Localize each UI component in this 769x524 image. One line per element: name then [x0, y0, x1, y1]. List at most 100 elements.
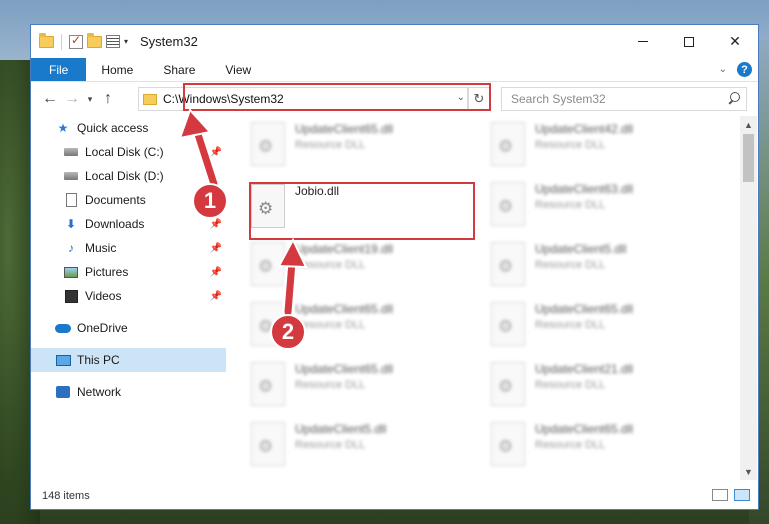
nav-network[interactable]: Network	[31, 380, 226, 404]
nav-label: Local Disk (C:)	[85, 145, 164, 159]
dll-file-icon	[251, 184, 285, 228]
file-name: UpdateClient21.dll	[535, 362, 634, 376]
nav-item-local-disk-c[interactable]: Local Disk (C:) 📌	[31, 140, 226, 164]
recent-locations-chevron-icon[interactable]: ▾	[83, 94, 97, 105]
dll-file-icon	[491, 362, 525, 406]
dll-file-icon	[491, 242, 525, 286]
file-item[interactable]: UpdateClient65.dll Resource DLL	[251, 122, 471, 172]
maximize-icon	[684, 36, 694, 47]
nav-quick-access[interactable]: ★ Quick access	[31, 116, 226, 140]
nav-label: Documents	[85, 193, 146, 207]
file-type: Resource DLL	[535, 439, 606, 451]
dll-file-icon	[251, 362, 285, 406]
address-bar[interactable]: C:\Windows\System32 ⌄	[138, 87, 468, 111]
search-icon[interactable]	[728, 92, 740, 104]
new-folder-icon[interactable]	[87, 32, 102, 48]
pin-icon[interactable]: 📌	[210, 291, 222, 302]
nav-label: Music	[85, 241, 117, 255]
file-item[interactable]: UpdateClient63.dll Resource DLL	[491, 182, 711, 232]
customize-toolbar-dropdown-icon[interactable]: ▾	[124, 37, 128, 46]
file-list: UpdateClient65.dll Resource DLL Jobio.dll…	[241, 116, 741, 471]
file-item[interactable]: UpdateClient65.dll Resource DLL	[491, 302, 711, 352]
star-icon: ★	[57, 121, 69, 135]
file-type: Resource DLL	[535, 199, 606, 211]
dll-file-icon	[491, 302, 525, 346]
file-type: Resource DLL	[295, 439, 366, 451]
nav-label: Local Disk (D:)	[85, 169, 164, 183]
back-arrow-icon[interactable]: ←	[39, 90, 61, 108]
file-item[interactable]: UpdateClient19.dll Resource DLL	[251, 242, 471, 292]
drive-icon	[63, 168, 79, 184]
file-name: UpdateClient65.dll	[295, 362, 394, 376]
forward-arrow-icon[interactable]: →	[61, 90, 83, 108]
vertical-scrollbar[interactable]: ▲ ▼	[740, 116, 757, 480]
search-input[interactable]: Search System32	[501, 87, 747, 111]
file-item[interactable]: UpdateClient5.dll Resource DLL	[251, 422, 471, 472]
music-icon: ♪	[68, 241, 74, 255]
refresh-button[interactable]: ↻	[468, 87, 490, 111]
pin-icon[interactable]: 📌	[210, 219, 222, 230]
address-row: ← → ▾ ↑ C:\Windows\System32 ⌄ ↻ Search S…	[31, 82, 758, 116]
properties-check-icon[interactable]	[69, 33, 83, 49]
file-item-jobio[interactable]: Jobio.dll	[251, 184, 471, 234]
file-type: Resource DLL	[295, 379, 366, 391]
address-path[interactable]: C:\Windows\System32	[163, 92, 284, 106]
drive-icon	[63, 144, 79, 160]
pin-icon[interactable]: 📌	[210, 147, 222, 158]
address-dropdown-icon[interactable]: ⌄	[457, 92, 465, 103]
dll-file-icon	[251, 422, 285, 466]
file-name: UpdateClient65.dll	[535, 422, 634, 436]
refresh-icon: ↻	[473, 91, 485, 106]
nav-label: Network	[77, 385, 122, 399]
toolbar-separator	[61, 33, 62, 50]
ribbon-tabs: File Home Share View ⌄ ?	[31, 58, 758, 82]
file-item[interactable]: UpdateClient65.dll Resource DLL	[491, 422, 711, 472]
nav-item-videos[interactable]: Videos 📌	[31, 284, 226, 308]
file-item[interactable]: UpdateClient5.dll Resource DLL	[491, 242, 711, 292]
close-button[interactable]: ✕	[712, 25, 758, 58]
details-view-icon[interactable]	[712, 489, 728, 501]
pin-icon[interactable]: 📌	[210, 267, 222, 278]
nav-this-pc[interactable]: This PC	[31, 348, 226, 372]
tab-home[interactable]: Home	[86, 58, 148, 81]
large-icons-view-icon[interactable]	[734, 489, 750, 501]
file-name: UpdateClient65.dll	[295, 122, 394, 136]
file-name: UpdateClient42.dll	[535, 122, 634, 136]
nav-label: OneDrive	[77, 321, 128, 335]
up-arrow-icon[interactable]: ↑	[97, 90, 119, 108]
scroll-up-icon[interactable]: ▲	[740, 116, 757, 133]
tab-view[interactable]: View	[210, 58, 266, 81]
videos-icon	[63, 288, 79, 304]
scroll-down-icon[interactable]: ▼	[740, 463, 757, 480]
file-name: UpdateClient65.dll	[295, 302, 394, 316]
maximize-button[interactable]	[666, 25, 712, 58]
help-icon[interactable]: ?	[737, 62, 752, 77]
file-type: Resource DLL	[535, 379, 606, 391]
file-type: Resource DLL	[295, 319, 366, 331]
file-item[interactable]: UpdateClient21.dll Resource DLL	[491, 362, 711, 412]
nav-label: This PC	[77, 353, 120, 367]
nav-item-local-disk-d[interactable]: Local Disk (D:)	[31, 164, 226, 188]
nav-item-music[interactable]: ♪ Music 📌	[31, 236, 226, 260]
nav-label: Pictures	[85, 265, 129, 279]
address-folder-icon	[143, 93, 157, 105]
expand-ribbon-icon[interactable]: ⌄	[719, 64, 727, 75]
minimize-button[interactable]	[620, 25, 666, 58]
nav-onedrive[interactable]: OneDrive	[31, 316, 226, 340]
folder-icon[interactable]	[39, 32, 54, 48]
scroll-thumb[interactable]	[743, 134, 754, 182]
file-type: Resource DLL	[535, 259, 606, 271]
customize-view-icon[interactable]	[106, 35, 120, 48]
nav-item-pictures[interactable]: Pictures 📌	[31, 260, 226, 284]
dll-file-icon	[491, 182, 525, 226]
tab-share[interactable]: Share	[148, 58, 210, 81]
file-item[interactable]: UpdateClient65.dll Resource DLL	[251, 362, 471, 412]
file-item[interactable]: UpdateClient42.dll Resource DLL	[491, 122, 711, 172]
dll-file-icon	[251, 122, 285, 166]
step-1-badge: 1	[192, 183, 228, 219]
pin-icon[interactable]: 📌	[210, 243, 222, 254]
tab-file[interactable]: File	[31, 58, 87, 81]
nav-item-downloads[interactable]: ⬇ Downloads 📌	[31, 212, 226, 236]
onedrive-cloud-icon	[55, 320, 71, 336]
